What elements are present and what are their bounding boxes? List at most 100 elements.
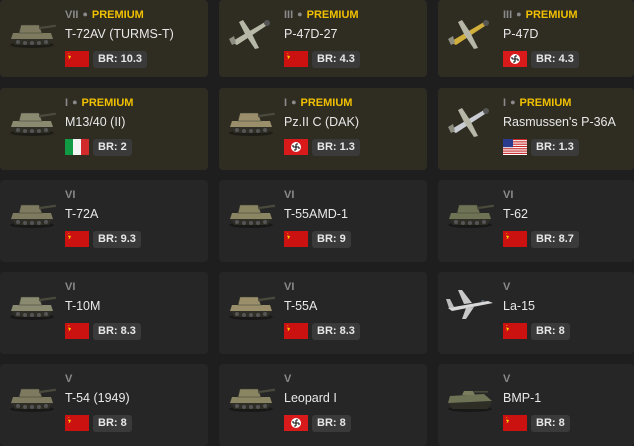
tank-icon xyxy=(6,12,58,52)
tier-label: V xyxy=(65,373,73,385)
tier-line: V xyxy=(65,373,72,385)
battle-rating-badge: BR: 2 xyxy=(93,139,132,156)
vehicle-name: T-10M xyxy=(65,299,101,313)
separator-dot: ● xyxy=(82,9,88,19)
vehicle-card[interactable]: V Leopard I BR: 8 xyxy=(219,364,427,446)
tier-line: VI xyxy=(284,189,294,201)
tier-line: V xyxy=(284,373,291,385)
tank-icon xyxy=(225,284,277,324)
vehicle-name: Rasmussen's P-36A xyxy=(503,115,616,129)
tier-label: I xyxy=(65,97,69,109)
vehicle-card[interactable]: V La-15 BR: 8 xyxy=(438,272,634,354)
vehicle-name: Leopard I xyxy=(284,391,337,405)
vehicle-card[interactable]: VII ● PREMIUM T-72AV (TURMS-T) BR: 10.3 xyxy=(0,0,208,77)
germany-flag-icon xyxy=(503,51,527,67)
battle-rating-badge: BR: 9.3 xyxy=(93,231,141,248)
vehicle-name: La-15 xyxy=(503,299,535,313)
tier-label: V xyxy=(284,373,292,385)
vehicle-card[interactable]: VI T-10M BR: 8.3 xyxy=(0,272,208,354)
separator-dot: ● xyxy=(516,9,522,19)
vehicle-name: T-72A xyxy=(65,207,99,221)
battle-rating-badge: BR: 9 xyxy=(312,231,351,248)
usa-flag-icon xyxy=(503,139,527,155)
vehicle-name: P-47D-27 xyxy=(284,27,338,41)
tank-icon xyxy=(225,100,277,140)
tier-line: I ● PREMIUM xyxy=(65,97,133,109)
jet-icon xyxy=(444,284,496,324)
premium-label: PREMIUM xyxy=(525,9,578,21)
tier-line: VI xyxy=(284,281,294,293)
tier-line: III ● PREMIUM xyxy=(503,9,578,21)
vehicle-name: P-47D xyxy=(503,27,539,41)
ussr-flag-icon xyxy=(503,231,527,247)
tier-line: I ● PREMIUM xyxy=(503,97,571,109)
ussr-flag-icon xyxy=(284,231,308,247)
ussr-flag-icon xyxy=(284,323,308,339)
separator-dot: ● xyxy=(297,9,303,19)
ussr-flag-icon xyxy=(503,323,527,339)
tank-icon xyxy=(225,376,277,416)
vehicle-name: BMP-1 xyxy=(503,391,542,405)
battle-rating-badge: BR: 8 xyxy=(312,415,351,432)
germany-flag-icon xyxy=(284,139,308,155)
vehicle-card[interactable]: V BMP-1 BR: 8 xyxy=(438,364,634,446)
vehicle-card[interactable]: VI T-72A BR: 9.3 xyxy=(0,180,208,262)
battle-rating-badge: BR: 1.3 xyxy=(312,139,360,156)
tier-label: VI xyxy=(65,189,76,201)
aircraft-icon xyxy=(444,100,496,140)
aircraft-icon xyxy=(444,12,496,52)
vehicle-name: T-54 (1949) xyxy=(65,391,130,405)
vehicle-card[interactable]: VI T-55A BR: 8.3 xyxy=(219,272,427,354)
tier-line: VI xyxy=(65,281,75,293)
tank-icon xyxy=(6,284,58,324)
vehicle-card[interactable]: VI T-55AMD-1 BR: 9 xyxy=(219,180,427,262)
vehicle-name: T-72AV (TURMS-T) xyxy=(65,27,174,41)
tier-line: VI xyxy=(503,189,513,201)
tier-line: III ● PREMIUM xyxy=(284,9,359,21)
separator-dot: ● xyxy=(72,97,78,107)
vehicle-card[interactable]: III ● PREMIUM P-47D BR: 4.3 xyxy=(438,0,634,77)
separator-dot: ● xyxy=(291,97,297,107)
tier-label: VII xyxy=(65,9,79,21)
tank-icon xyxy=(6,100,58,140)
tank-icon xyxy=(6,376,58,416)
tier-label: III xyxy=(284,9,294,21)
tank-icon xyxy=(6,192,58,232)
vehicle-card[interactable]: I ● PREMIUM Pz.II C (DAK) BR: 1.3 xyxy=(219,88,427,170)
ussr-flag-icon xyxy=(65,231,89,247)
tier-label: V xyxy=(503,373,511,385)
premium-label: PREMIUM xyxy=(300,97,353,109)
vehicle-card[interactable]: III ● PREMIUM P-47D-27 BR: 4.3 xyxy=(219,0,427,77)
tank-icon xyxy=(225,192,277,232)
ussr-flag-icon xyxy=(503,415,527,431)
premium-label: PREMIUM xyxy=(306,9,359,21)
tier-line: V xyxy=(503,281,510,293)
battle-rating-badge: BR: 4.3 xyxy=(312,51,360,68)
tier-label: VI xyxy=(284,281,295,293)
battle-rating-badge: BR: 10.3 xyxy=(93,51,148,68)
aircraft-icon xyxy=(225,12,277,52)
tier-label: III xyxy=(503,9,513,21)
battle-rating-badge: BR: 8.3 xyxy=(93,323,141,340)
vehicle-card[interactable]: I ● PREMIUM M13/40 (II) BR: 2 xyxy=(0,88,208,170)
vehicle-card[interactable]: VI T-62 BR: 8.7 xyxy=(438,180,634,262)
tier-label: VI xyxy=(503,189,514,201)
vehicle-name: T-55A xyxy=(284,299,318,313)
vehicle-card[interactable]: I ● PREMIUM Rasmussen's P-36A BR: 1.3 xyxy=(438,88,634,170)
tier-label: VI xyxy=(65,281,76,293)
tier-line: V xyxy=(503,373,510,385)
ussr-flag-icon xyxy=(65,415,89,431)
vehicle-name: Pz.II C (DAK) xyxy=(284,115,360,129)
vehicle-name: M13/40 (II) xyxy=(65,115,126,129)
germany-flag-icon xyxy=(284,415,308,431)
tier-label: VI xyxy=(284,189,295,201)
ifv-icon xyxy=(444,376,496,416)
battle-rating-badge: BR: 8 xyxy=(93,415,132,432)
tier-label: V xyxy=(503,281,511,293)
vehicle-name: T-55AMD-1 xyxy=(284,207,348,221)
battle-rating-badge: BR: 8.7 xyxy=(531,231,579,248)
battle-rating-badge: BR: 8 xyxy=(531,415,570,432)
tier-line: I ● PREMIUM xyxy=(284,97,352,109)
vehicle-name: T-62 xyxy=(503,207,529,221)
vehicle-card[interactable]: V T-54 (1949) BR: 8 xyxy=(0,364,208,446)
